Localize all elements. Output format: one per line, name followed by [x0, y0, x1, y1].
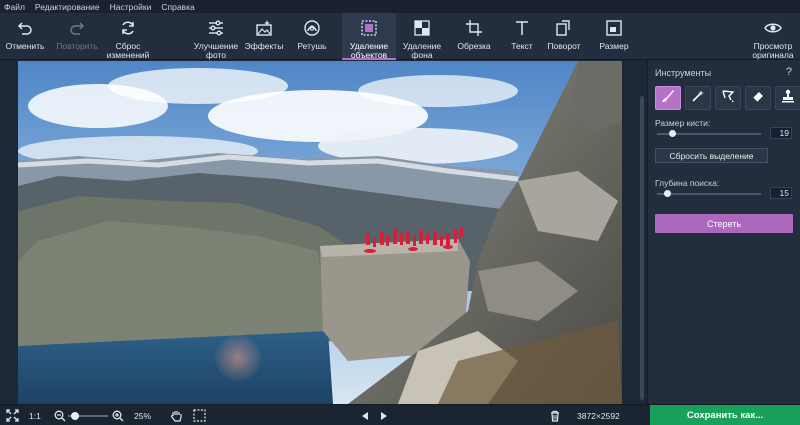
zoom-in-icon[interactable] [112, 405, 124, 425]
hand-tool-icon[interactable] [170, 405, 183, 425]
preview-original-button[interactable]: Просмотр оригинала [748, 13, 798, 60]
fit-screen-icon[interactable] [6, 405, 19, 425]
toolbar: Отменить Повторить Сброс изменений Улучш… [0, 13, 800, 60]
redo-icon [66, 17, 88, 39]
background-removal-button[interactable]: Удаление фона [398, 13, 446, 60]
background-removal-icon [411, 17, 433, 39]
lasso-icon [721, 89, 735, 108]
text-icon [511, 17, 533, 39]
zoom-slider-knob[interactable] [71, 412, 79, 420]
brush-icon [661, 89, 675, 108]
effects-button[interactable]: Эффекты [242, 13, 286, 60]
trash-icon[interactable] [549, 405, 561, 425]
retouch-label: Ретушь [297, 41, 327, 51]
sliders-icon [205, 17, 227, 39]
zoom-level: 25% [134, 410, 152, 421]
text-label: Текст [511, 41, 533, 51]
eraser-tool[interactable] [745, 86, 771, 110]
search-depth-slider[interactable] [657, 190, 761, 197]
brush-tool[interactable] [655, 86, 681, 110]
search-depth-label: Глубина поиска: [655, 178, 720, 188]
panel-title: Инструменты [655, 68, 712, 78]
lasso-tool[interactable] [715, 86, 741, 110]
effects-label: Эффекты [244, 41, 284, 51]
brush-size-value[interactable]: 19 [770, 127, 792, 139]
refresh-icon [117, 17, 139, 39]
previous-image-icon[interactable] [360, 405, 370, 425]
rotate-icon [553, 17, 575, 39]
menu-help[interactable]: Справка [161, 2, 194, 12]
menu-settings[interactable]: Настройки [110, 2, 152, 12]
stamp-icon [781, 89, 795, 108]
selection-frame-icon[interactable] [193, 405, 206, 425]
image-dimensions: 3872×2592 [577, 410, 620, 421]
reset-changes-button[interactable]: Сброс изменений [104, 13, 152, 60]
bottom-bar: 1:1 25% 3872×2592 Сохранить как... [0, 404, 800, 425]
tools-panel: Инструменты ? Размер кисти: 19 Сбросить … [647, 60, 800, 404]
object-removal-icon [358, 17, 380, 39]
eye-icon [762, 17, 784, 39]
stamp-tool[interactable] [775, 86, 800, 110]
background-removal-label: Удаление фона [402, 41, 442, 60]
brush-size-slider[interactable] [657, 130, 761, 137]
enhance-label: Улучшение фото [193, 41, 239, 60]
menu-file[interactable]: Файл [4, 2, 25, 12]
rotate-label: Поворот [547, 41, 581, 51]
search-depth-knob[interactable] [664, 190, 671, 197]
help-icon[interactable]: ? [786, 66, 792, 78]
text-button[interactable]: Текст [500, 13, 544, 60]
redo-button[interactable]: Повторить [52, 13, 102, 60]
brush-size-label: Размер кисти: [655, 118, 711, 128]
rotate-button[interactable]: Поворот [542, 13, 586, 60]
crop-icon [463, 17, 485, 39]
tool-row [655, 86, 800, 110]
undo-icon [14, 17, 36, 39]
reset-changes-label: Сброс изменений [106, 41, 150, 60]
preview-original-label: Просмотр оригинала [752, 41, 794, 60]
redo-label: Повторить [56, 41, 98, 51]
object-removal-button[interactable]: Удаление объектов [342, 13, 396, 60]
menu-edit[interactable]: Редактирование [35, 2, 100, 12]
erase-button[interactable]: Стереть [655, 214, 793, 233]
eraser-icon [751, 89, 765, 108]
resize-button[interactable]: Размер [592, 13, 636, 60]
magic-wand-icon [691, 89, 705, 108]
scrollbar-thumb[interactable] [640, 96, 644, 400]
undo-button[interactable]: Отменить [3, 13, 47, 60]
actual-size-button[interactable]: 1:1 [29, 405, 41, 425]
resize-label: Размер [599, 41, 629, 51]
reset-selection-button[interactable]: Сбросить выделение [655, 148, 768, 163]
canvas-area[interactable] [0, 60, 647, 404]
crop-label: Обрезка [457, 41, 491, 51]
vertical-scrollbar[interactable] [638, 61, 646, 403]
enhance-button[interactable]: Улучшение фото [190, 13, 242, 60]
effects-icon [253, 17, 275, 39]
save-as-button[interactable]: Сохранить как... [650, 405, 800, 425]
next-image-icon[interactable] [379, 405, 389, 425]
menu-bar: Файл Редактирование Настройки Справка [0, 0, 800, 13]
app-window: Файл Редактирование Настройки Справка От… [0, 0, 800, 425]
retouch-icon [301, 17, 323, 39]
brush-size-knob[interactable] [669, 130, 676, 137]
undo-label: Отменить [5, 41, 45, 51]
retouch-button[interactable]: Ретушь [290, 13, 334, 60]
search-depth-value[interactable]: 15 [770, 187, 792, 199]
crop-button[interactable]: Обрезка [452, 13, 496, 60]
photo-canvas[interactable] [18, 61, 622, 404]
magic-wand-tool[interactable] [685, 86, 711, 110]
resize-icon [603, 17, 625, 39]
zoom-out-icon[interactable] [54, 405, 66, 425]
